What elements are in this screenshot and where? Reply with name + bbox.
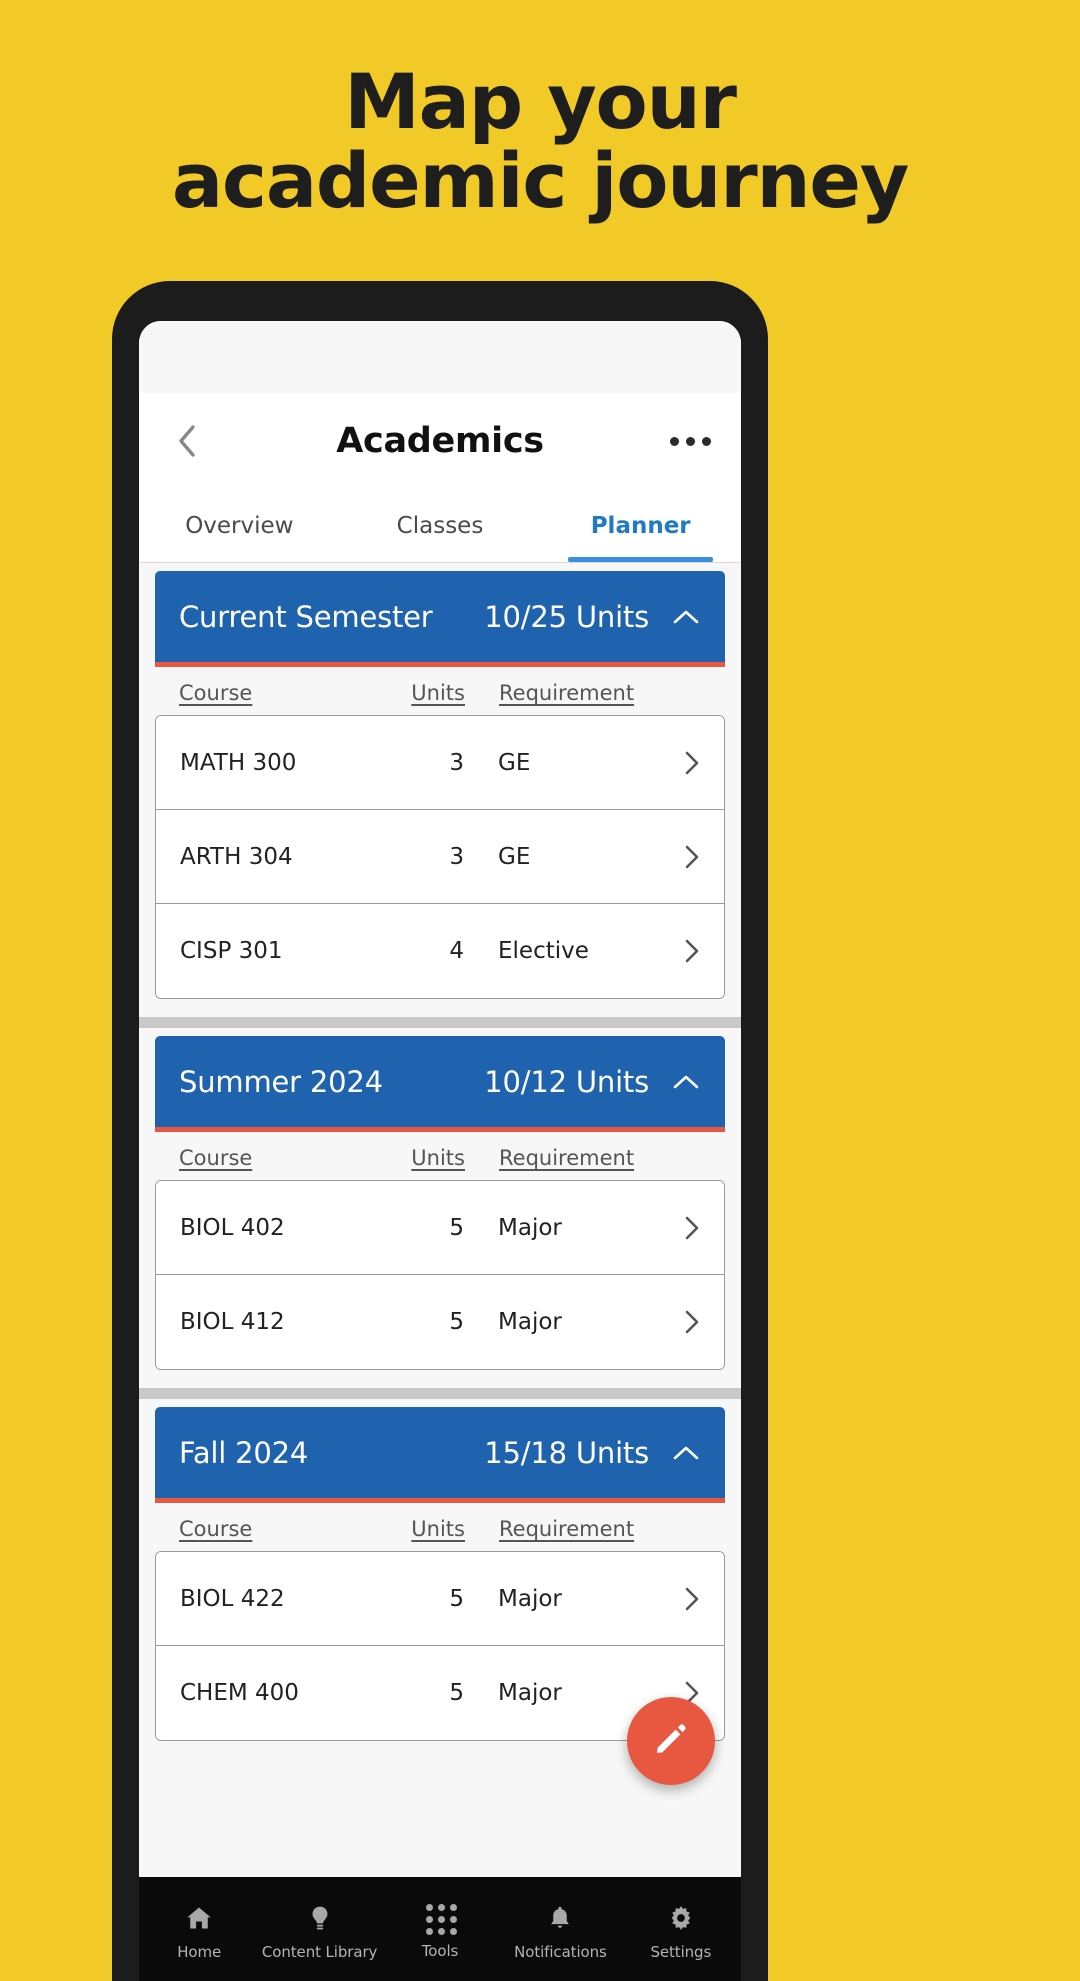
semester-card-summer-2024: Summer 2024 10/12 Units Course Units Req…: [139, 1028, 741, 1388]
course-units: 5: [449, 1214, 464, 1241]
column-headers: Course Units Requirement: [155, 667, 725, 715]
chevron-up-icon[interactable]: [671, 1067, 701, 1097]
column-header-units[interactable]: Units: [357, 1517, 465, 1541]
tab-overview[interactable]: Overview: [139, 489, 340, 562]
semester-card-current: Current Semester 10/25 Units Course Unit…: [139, 563, 741, 1017]
more-horizontal-icon[interactable]: [670, 436, 711, 446]
column-headers: Course Units Requirement: [155, 1503, 725, 1551]
tab-classes-label: Classes: [396, 512, 484, 539]
course-units: 3: [449, 843, 464, 870]
column-header-course[interactable]: Course: [179, 681, 357, 705]
tab-planner-label: Planner: [590, 512, 691, 539]
planner-list[interactable]: Current Semester 10/25 Units Course Unit…: [139, 563, 741, 1877]
phone-mockup: Academics Overview Classes Planner Curre…: [112, 281, 768, 1981]
course-name: BIOL 412: [180, 1309, 285, 1335]
chevron-right-icon[interactable]: [654, 844, 700, 870]
course-units: 5: [449, 1680, 464, 1706]
table-row[interactable]: BIOL 412 5 Major: [156, 1275, 724, 1369]
nav-item-home[interactable]: Home: [139, 1904, 259, 1961]
semester-units: 15/18 Units: [484, 1435, 649, 1470]
table-row[interactable]: ARTH 304 3 GE: [156, 810, 724, 904]
table-row[interactable]: CISP 301 4 Elective: [156, 904, 724, 998]
tab-classes[interactable]: Classes: [340, 489, 541, 562]
table-row[interactable]: MATH 300 3 GE: [156, 716, 724, 810]
column-headers: Course Units Requirement: [155, 1132, 725, 1180]
course-units: 5: [449, 1309, 464, 1335]
semester-units: 10/25 Units: [484, 599, 649, 634]
course-requirement: Major: [498, 1309, 562, 1335]
table-row[interactable]: BIOL 422 5 Major: [156, 1552, 724, 1646]
phone-screen: Academics Overview Classes Planner Curre…: [139, 321, 741, 1981]
column-header-requirement[interactable]: Requirement: [465, 681, 655, 705]
pencil-icon: [651, 1719, 691, 1763]
semester-header[interactable]: Summer 2024 10/12 Units: [155, 1036, 725, 1132]
section-divider: [139, 1017, 741, 1028]
chevron-up-icon[interactable]: [671, 602, 701, 632]
nav-item-content-library[interactable]: Content Library: [259, 1904, 379, 1961]
page-title: Academics: [336, 421, 544, 461]
app-header: Academics: [139, 393, 741, 489]
course-units: 4: [449, 938, 464, 964]
nav-item-notifications[interactable]: Notifications: [500, 1904, 620, 1961]
course-table: MATH 300 3 GE ARTH 304 3 GE CISP 301 4 E…: [155, 715, 725, 999]
semester-header[interactable]: Fall 2024 15/18 Units: [155, 1407, 725, 1503]
nav-label-notifications: Notifications: [514, 1942, 607, 1961]
course-requirement: GE: [498, 749, 531, 776]
course-name: MATH 300: [180, 749, 297, 776]
tab-bar: Overview Classes Planner: [139, 489, 741, 563]
edit-fab-button[interactable]: [627, 1697, 715, 1785]
nav-label-tools: Tools: [421, 1942, 459, 1960]
chevron-right-icon[interactable]: [654, 1215, 700, 1241]
chevron-up-icon[interactable]: [671, 1438, 701, 1468]
column-header-course[interactable]: Course: [179, 1517, 357, 1541]
section-divider: [139, 1388, 741, 1399]
course-name: CISP 301: [180, 938, 283, 964]
column-header-requirement[interactable]: Requirement: [465, 1146, 655, 1170]
semester-title: Summer 2024: [179, 1064, 383, 1099]
nav-label-content-library: Content Library: [261, 1942, 378, 1961]
nav-label-home: Home: [177, 1942, 222, 1961]
course-requirement: Major: [498, 1214, 562, 1241]
course-requirement: Elective: [498, 938, 589, 964]
course-units: 3: [449, 749, 464, 776]
semester-header[interactable]: Current Semester 10/25 Units: [155, 571, 725, 667]
tab-overview-label: Overview: [185, 512, 294, 539]
chevron-right-icon[interactable]: [654, 750, 700, 776]
promo-headline: Map your academic journey: [0, 62, 1080, 220]
course-name: ARTH 304: [180, 843, 293, 870]
nav-item-settings[interactable]: Settings: [621, 1904, 741, 1961]
column-header-requirement[interactable]: Requirement: [465, 1517, 655, 1541]
chevron-right-icon[interactable]: [654, 938, 700, 964]
course-name: BIOL 402: [180, 1214, 285, 1241]
tab-planner[interactable]: Planner: [540, 489, 741, 562]
nav-item-tools[interactable]: Tools: [380, 1904, 500, 1960]
table-row[interactable]: BIOL 402 5 Major: [156, 1181, 724, 1275]
course-requirement: GE: [498, 843, 531, 870]
column-header-units[interactable]: Units: [357, 1146, 465, 1170]
nav-label-settings: Settings: [650, 1942, 712, 1961]
course-name: BIOL 422: [180, 1585, 285, 1612]
chevron-right-icon[interactable]: [654, 1309, 700, 1335]
column-header-course[interactable]: Course: [179, 1146, 357, 1170]
course-table: BIOL 402 5 Major BIOL 412 5 Major: [155, 1180, 725, 1370]
semester-units: 10/12 Units: [484, 1064, 649, 1099]
status-bar: [139, 321, 741, 393]
headline-line-2: academic journey: [171, 136, 909, 226]
semester-title: Current Semester: [179, 599, 433, 634]
course-units: 5: [449, 1585, 464, 1612]
column-header-units[interactable]: Units: [357, 681, 465, 705]
headline-line-1: Map your: [344, 57, 737, 146]
course-requirement: Major: [498, 1585, 562, 1612]
bottom-navigation: Home Content Library Tools Notifications…: [139, 1877, 741, 1981]
chevron-right-icon[interactable]: [654, 1586, 700, 1612]
chevron-left-icon[interactable]: [169, 423, 205, 459]
course-requirement: Major: [498, 1680, 562, 1706]
course-name: CHEM 400: [180, 1680, 299, 1706]
semester-title: Fall 2024: [179, 1435, 309, 1470]
